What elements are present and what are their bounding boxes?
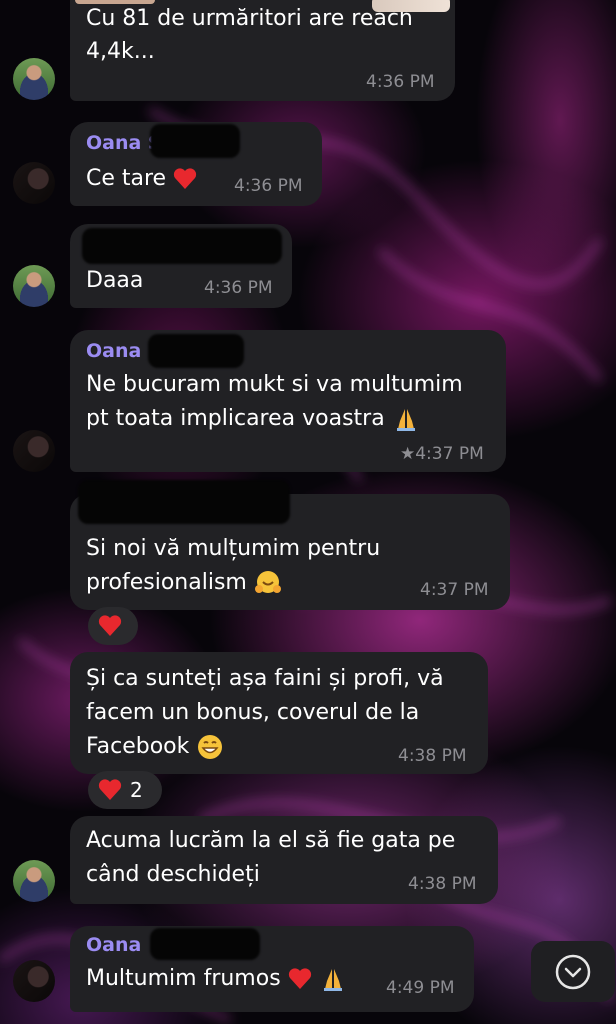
red-heart-icon (288, 968, 311, 989)
message-time: 4:36 PM (366, 72, 435, 92)
message-time: 4:37 PM (420, 580, 489, 600)
red-heart-icon (173, 168, 197, 189)
redaction (150, 124, 240, 158)
message-text-line: pt toata implicarea voastra (86, 402, 420, 435)
message-text-content: Multumim frumos (86, 966, 281, 991)
redaction (82, 228, 282, 264)
message-text-line: Si noi vă mulțumim pentru (86, 536, 381, 561)
avatar[interactable] (13, 162, 55, 204)
message-text-line: Ne bucuram mukt si va multumim (86, 372, 463, 397)
reaction-count: 2 (130, 778, 143, 802)
message-bubble[interactable]: Acuma lucrăm la el să fie gata pe când d… (70, 816, 498, 904)
message-text: Multumim frumos (86, 962, 347, 995)
avatar[interactable] (13, 860, 55, 902)
message-text-line: Facebook (86, 730, 224, 763)
redaction (148, 334, 244, 368)
grinning-face-icon (198, 735, 223, 759)
message-time: 4:49 PM (386, 978, 455, 998)
sender-name: Oana (86, 340, 142, 362)
message-bubble[interactable]: Oana Multumim frumos 4:49 PM (70, 926, 474, 1012)
message-text-content: Ce tare (86, 166, 167, 191)
message-text-content: profesionalism (86, 570, 247, 595)
redaction (150, 928, 260, 960)
scroll-to-bottom-button[interactable] (531, 941, 615, 1002)
message-time: 4:38 PM (398, 746, 467, 766)
sender-name: Oana (86, 934, 142, 956)
message-time: 4:36 PM (234, 176, 303, 196)
message-time: 4:38 PM (408, 874, 477, 894)
folded-hands-icon (396, 409, 415, 431)
reaction-heart[interactable]: 2 (88, 771, 162, 809)
redaction (78, 480, 290, 524)
avatar[interactable] (13, 265, 55, 307)
message-text-line: profesionalism (86, 566, 282, 599)
avatar[interactable] (13, 430, 55, 472)
message-text-line: Acuma lucrăm la el să fie gata pe (86, 828, 456, 853)
message-text-line: 4,4k... (86, 39, 155, 64)
image-preview[interactable] (372, 0, 450, 12)
message-bubble[interactable]: Și ca sunteți așa faini și profi, vă fac… (70, 652, 488, 774)
message-text: Ce tare (86, 162, 197, 195)
image-preview[interactable] (75, 0, 155, 4)
avatar[interactable] (13, 960, 55, 1002)
message-bubble[interactable]: Cu 81 de urmăritori are reach 4,4k... 4:… (70, 0, 455, 101)
message-time: 4:36 PM (204, 278, 273, 298)
red-heart-icon (98, 779, 122, 800)
folded-hands-icon (323, 969, 342, 991)
hugging-face-icon (254, 571, 281, 593)
message-text-content: Facebook (86, 734, 190, 759)
message-text-content: pt toata implicarea voastra (86, 406, 385, 431)
message-text: Daaa (86, 268, 144, 293)
message-text-line: Și ca sunteți așa faini și profi, vă (86, 666, 444, 691)
message-text-line: Cu 81 de urmăritori are reach (86, 6, 413, 31)
message-bubble[interactable]: Oana Ne bucuram mukt si va multumim pt t… (70, 330, 506, 472)
message-text-line: când deschideți (86, 862, 260, 887)
chevron-down-icon (555, 954, 591, 989)
message-time: ★4:37 PM (400, 444, 484, 464)
message-text-line: facem un bonus, coverul de la (86, 700, 420, 725)
red-heart-icon (98, 615, 122, 636)
avatar[interactable] (13, 58, 55, 100)
reaction-heart[interactable] (88, 607, 138, 645)
